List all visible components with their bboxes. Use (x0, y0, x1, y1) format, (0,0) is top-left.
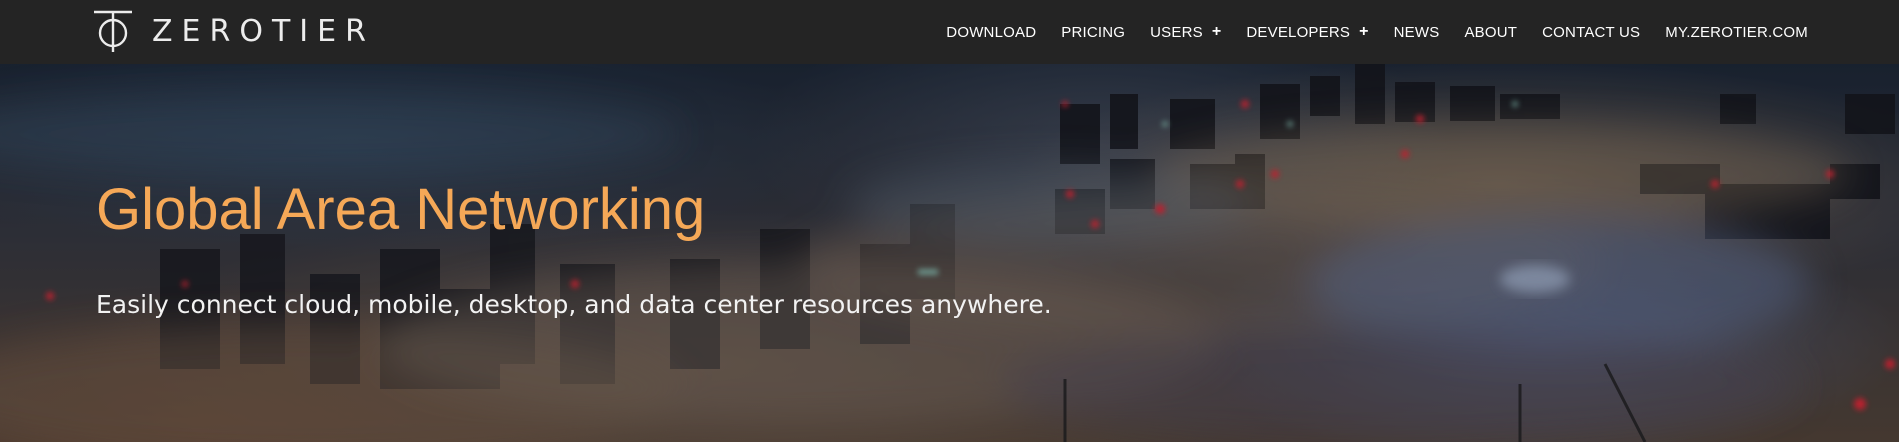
nav-item-label: ABOUT (1464, 23, 1518, 41)
nav-item-label: CONTACT US (1542, 23, 1641, 41)
nav-item-label: USERS (1150, 23, 1203, 41)
nav-item-my-zerotier[interactable]: MY.ZEROTIER.COM (1665, 24, 1808, 41)
nav-item-label: DEVELOPERS (1246, 23, 1351, 41)
nav-item-news[interactable]: NEWS (1394, 24, 1440, 41)
nav-item-users[interactable]: USERS + (1150, 24, 1221, 41)
nav-item-label: PRICING (1061, 23, 1126, 41)
nav-item-download[interactable]: DOWNLOAD (946, 24, 1036, 41)
hero-overlay (0, 64, 1899, 442)
nav-item-about[interactable]: ABOUT (1464, 24, 1517, 41)
zerotier-logo-icon (94, 10, 132, 52)
hero-title: Global Area Networking (96, 177, 706, 242)
nav-item-label: DOWNLOAD (946, 23, 1037, 41)
nav-item-developers[interactable]: DEVELOPERS + (1246, 24, 1368, 41)
plus-icon[interactable]: + (1212, 24, 1222, 40)
page: ZEROTIER DOWNLOAD PRICING USERS + DEVELO… (0, 0, 1899, 442)
brand-name: ZEROTIER (152, 14, 375, 49)
plus-icon[interactable]: + (1359, 24, 1369, 40)
hero-banner: Global Area Networking Easily connect cl… (0, 64, 1899, 442)
hero-subtitle: Easily connect cloud, mobile, desktop, a… (96, 290, 1052, 319)
nav-item-contact-us[interactable]: CONTACT US (1542, 24, 1640, 41)
main-nav: DOWNLOAD PRICING USERS + DEVELOPERS + NE… (946, 0, 1808, 64)
brand-logo-link[interactable]: ZEROTIER (92, 10, 375, 54)
nav-item-pricing[interactable]: PRICING (1061, 24, 1125, 41)
nav-item-label: MY.ZEROTIER.COM (1665, 23, 1808, 41)
top-navbar: ZEROTIER DOWNLOAD PRICING USERS + DEVELO… (0, 0, 1899, 64)
nav-item-label: NEWS (1393, 23, 1440, 41)
